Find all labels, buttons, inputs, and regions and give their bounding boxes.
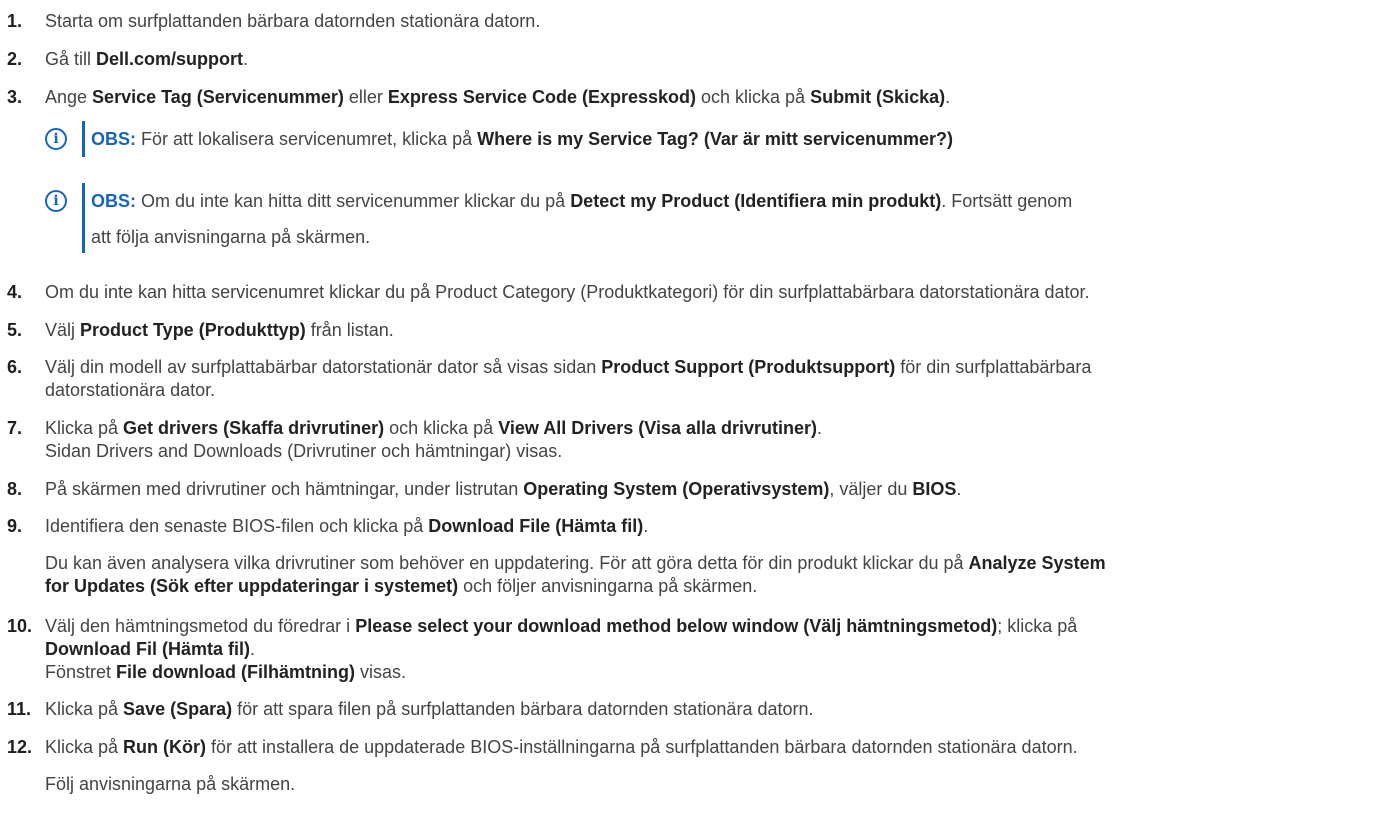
note-detect-product: i OBS: Om du inte kan hitta ditt service… [45,183,1385,253]
step-text: Klicka på Run (Kör) för att installera d… [45,737,1078,794]
step-text: Om du inte kan hitta servicenumret klick… [45,282,1090,302]
step-text: Välj Product Type (Produkttyp) från list… [45,320,394,340]
step-number: 11. [7,699,32,719]
step-text: Ange Service Tag (Servicenummer) eller E… [45,87,951,107]
note-service-tag: i OBS: För att lokalisera servicenumret,… [45,121,1385,157]
step-text: Identifiera den senaste BIOS-filen och k… [45,516,1106,596]
note-bar [82,183,85,253]
step-number: 2. [7,49,23,69]
step-number: 12. [7,737,33,757]
note-bar [82,121,85,157]
step-number: 4. [7,282,23,302]
step-text: Gå till Dell.com/support. [45,49,249,69]
step-number: 5. [7,320,23,340]
step-number: 10. [7,616,33,636]
step-number: 9. [7,516,23,536]
step-text: Starta om surfplattanden bärbara datornd… [45,11,541,31]
step-number: 1. [7,11,23,31]
info-icon: i [45,128,67,150]
step-text: Välj den hämtningsmetod du föredrar i Pl… [45,616,1078,682]
info-icon: i [45,190,67,212]
note-text: OBS: För att lokalisera servicenumret, k… [91,129,953,149]
step-text: Välj din modell av surfplattabärbar dato… [45,357,1092,400]
support-link-text: Dell.com/support [96,49,244,69]
step-text: Klicka på Get drivers (Skaffa drivrutine… [45,418,823,461]
step-text: På skärmen med drivrutiner och hämtninga… [45,479,962,499]
step-number: 8. [7,479,23,499]
note-text: OBS: Om du inte kan hitta ditt servicenu… [91,191,1073,247]
step-number: 7. [7,418,23,438]
step-number: 3. [7,87,23,107]
step-number: 6. [7,357,23,377]
step-text: Klicka på Save (Spara) för att spara fil… [45,699,814,719]
